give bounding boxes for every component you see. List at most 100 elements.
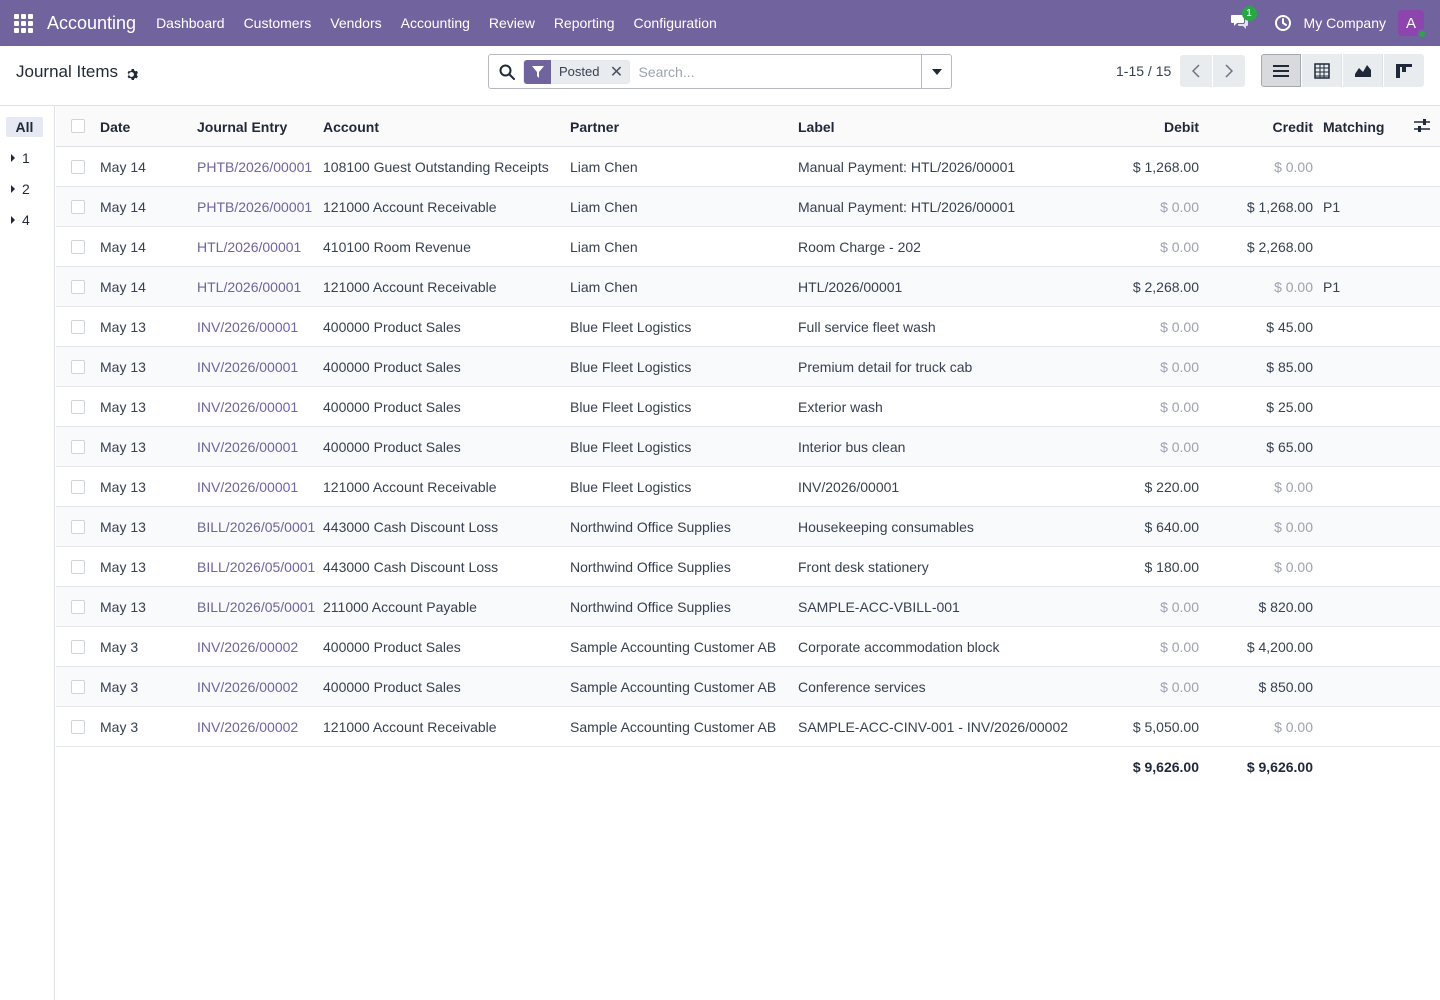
side-group-2[interactable]: 2 — [11, 181, 30, 197]
side-filter-all[interactable]: All — [6, 117, 43, 137]
caret-right-icon — [11, 185, 15, 193]
table-row[interactable]: May 14 HTL/2026/00001 121000 Account Recei… — [56, 267, 1440, 307]
menu-item-review[interactable]: Review — [489, 15, 535, 31]
cell-date: May 3 — [100, 639, 139, 655]
column-header-journal-entry[interactable]: Journal Entry — [197, 119, 287, 135]
select-all-checkbox[interactable] — [71, 119, 85, 133]
cell-account: 211000 Account Payable — [323, 599, 477, 615]
pager-previous-button[interactable] — [1180, 55, 1212, 87]
table-row[interactable]: May 14 PHTB/2026/00001 121000 Account Rece… — [56, 187, 1440, 227]
table-row[interactable]: May 13 INV/2026/00001 121000 Account Recei… — [56, 467, 1440, 507]
column-header-credit[interactable]: Credit — [1273, 119, 1313, 135]
table-row[interactable]: May 13 BILL/2026/05/0001 211000 Account Pa… — [56, 587, 1440, 627]
row-checkbox[interactable] — [71, 560, 85, 574]
row-checkbox[interactable] — [71, 720, 85, 734]
table-row[interactable]: May 13 INV/2026/00001 400000 Product Sales… — [56, 307, 1440, 347]
cell-journal-entry-link[interactable]: INV/2026/00002 — [197, 639, 298, 655]
row-checkbox[interactable] — [71, 480, 85, 494]
row-checkbox[interactable] — [71, 200, 85, 214]
column-header-debit[interactable]: Debit — [1164, 119, 1199, 135]
company-switcher[interactable]: My Company — [1304, 15, 1386, 31]
cell-partner: Blue Fleet Logistics — [570, 319, 692, 335]
column-settings-icon[interactable] — [1414, 119, 1430, 133]
row-checkbox[interactable] — [71, 360, 85, 374]
row-checkbox[interactable] — [71, 520, 85, 534]
row-checkbox[interactable] — [71, 400, 85, 414]
column-header-account[interactable]: Account — [323, 119, 379, 135]
side-group-label: 1 — [22, 150, 30, 166]
cell-matching: P1 — [1323, 199, 1341, 215]
search-options-toggle[interactable] — [921, 55, 951, 88]
menu-item-configuration[interactable]: Configuration — [634, 15, 717, 31]
cell-journal-entry-link[interactable]: HTL/2026/00001 — [197, 279, 301, 295]
cell-journal-entry-link[interactable]: INV/2026/00001 — [197, 439, 298, 455]
cell-account: 121000 Account Receivable — [323, 479, 497, 495]
column-header-matching[interactable]: Matching — [1323, 119, 1384, 135]
row-checkbox[interactable] — [71, 640, 85, 654]
menu-item-reporting[interactable]: Reporting — [554, 15, 615, 31]
cell-journal-entry-link[interactable]: INV/2026/00002 — [197, 719, 298, 735]
pager-next-button[interactable] — [1213, 55, 1245, 87]
menu-item-dashboard[interactable]: Dashboard — [156, 15, 225, 31]
table-row[interactable]: May 3 INV/2026/00002 400000 Product Sales S… — [56, 627, 1440, 667]
facet-close-icon[interactable]: ✕ — [608, 60, 624, 84]
cell-label: Front desk stationery — [798, 559, 929, 575]
row-checkbox[interactable] — [71, 680, 85, 694]
table-row[interactable]: May 14 PHTB/2026/00001 108100 Guest Outsta… — [56, 147, 1440, 187]
table-row[interactable]: May 13 BILL/2026/05/0001 443000 Cash Disco… — [56, 547, 1440, 587]
gear-icon[interactable] — [125, 66, 139, 80]
pivot-view-button[interactable] — [1302, 54, 1342, 87]
user-avatar[interactable]: A — [1398, 10, 1427, 39]
kanban-view-button[interactable] — [1384, 54, 1424, 87]
cell-journal-entry-link[interactable]: BILL/2026/05/0001 — [197, 559, 315, 575]
search-input[interactable] — [638, 63, 909, 80]
cell-journal-entry-link[interactable]: INV/2026/00001 — [197, 319, 298, 335]
side-group-1[interactable]: 1 — [11, 150, 30, 166]
cell-journal-entry-link[interactable]: PHTB/2026/00001 — [197, 159, 312, 175]
cell-journal-entry-link[interactable]: BILL/2026/05/0001 — [197, 519, 315, 535]
cell-journal-entry-link[interactable]: INV/2026/00002 — [197, 679, 298, 695]
column-header-date[interactable]: Date — [100, 119, 130, 135]
cell-partner: Liam Chen — [570, 239, 638, 255]
cell-credit: $ 0.00 — [1274, 519, 1313, 535]
column-header-partner[interactable]: Partner — [570, 119, 619, 135]
cell-debit: $ 0.00 — [1160, 359, 1199, 375]
table-row[interactable]: May 13 INV/2026/00001 400000 Product Sales… — [56, 387, 1440, 427]
row-checkbox[interactable] — [71, 440, 85, 454]
menu-item-customers[interactable]: Customers — [244, 15, 312, 31]
cell-journal-entry-link[interactable]: PHTB/2026/00001 — [197, 199, 312, 215]
search-facet-posted[interactable]: Posted ✕ — [523, 59, 631, 84]
list-view-button[interactable] — [1261, 54, 1301, 87]
cell-journal-entry-link[interactable]: INV/2026/00001 — [197, 399, 298, 415]
apps-menu-icon[interactable] — [0, 0, 46, 46]
row-checkbox[interactable] — [71, 280, 85, 294]
row-checkbox[interactable] — [71, 600, 85, 614]
side-group-4[interactable]: 4 — [11, 212, 30, 228]
page-title-text[interactable]: Journal Items — [16, 62, 118, 82]
table-row[interactable]: May 14 HTL/2026/00001 410100 Room Revenue L… — [56, 227, 1440, 267]
chat-icon[interactable]: 1 — [1230, 6, 1257, 33]
cell-label: Corporate accommodation block — [798, 639, 1000, 655]
cell-account: 400000 Product Sales — [323, 639, 461, 655]
table-row[interactable]: May 13 INV/2026/00001 400000 Product Sales… — [56, 347, 1440, 387]
row-checkbox[interactable] — [71, 160, 85, 174]
table-row[interactable]: May 3 INV/2026/00002 121000 Account Receiv… — [56, 707, 1440, 747]
cell-journal-entry-link[interactable]: HTL/2026/00001 — [197, 239, 301, 255]
menu-item-accounting[interactable]: Accounting — [401, 15, 470, 31]
table-row[interactable]: May 3 INV/2026/00002 400000 Product Sales S… — [56, 667, 1440, 707]
table-row[interactable]: May 13 BILL/2026/05/0001 443000 Cash Disco… — [56, 507, 1440, 547]
activity-clock-icon[interactable] — [1274, 14, 1292, 32]
graph-view-button[interactable] — [1343, 54, 1383, 87]
row-checkbox[interactable] — [71, 320, 85, 334]
table-row[interactable]: May 13 INV/2026/00001 400000 Product Sales… — [56, 427, 1440, 467]
cell-journal-entry-link[interactable]: BILL/2026/05/0001 — [197, 599, 315, 615]
row-checkbox[interactable] — [71, 240, 85, 254]
cell-label: Room Charge - 202 — [798, 239, 921, 255]
cell-journal-entry-link[interactable]: INV/2026/00001 — [197, 359, 298, 375]
app-brand[interactable]: Accounting — [47, 13, 136, 34]
cell-journal-entry-link[interactable]: INV/2026/00001 — [197, 479, 298, 495]
menu-item-vendors[interactable]: Vendors — [330, 15, 381, 31]
column-header-label[interactable]: Label — [798, 119, 835, 135]
pager-value[interactable]: 1-15 / 15 — [1116, 63, 1171, 79]
table-header: Date Journal Entry Account Partner Label… — [56, 106, 1440, 147]
